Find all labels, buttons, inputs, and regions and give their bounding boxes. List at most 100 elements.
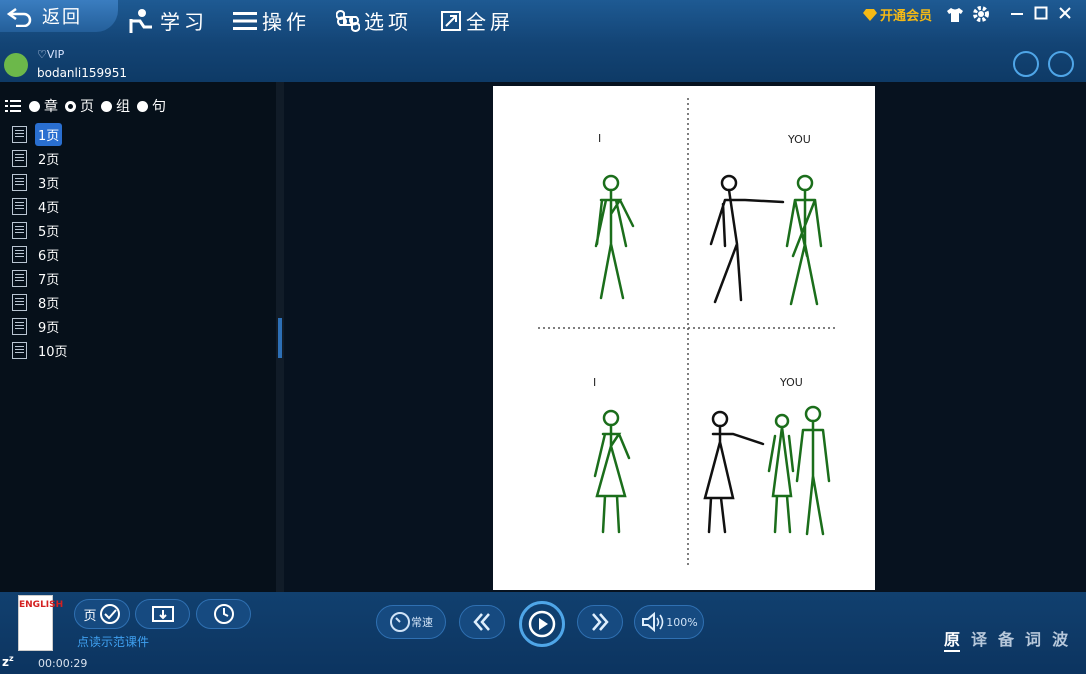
sleep-icon[interactable]: zz bbox=[2, 654, 14, 669]
list-view-icon[interactable] bbox=[5, 99, 21, 113]
page-list-label: 10页 bbox=[38, 344, 68, 360]
page-list-label: 8页 bbox=[38, 296, 60, 312]
mode-words[interactable]: 词 bbox=[1025, 626, 1041, 652]
page-illustration bbox=[538, 98, 838, 566]
vip-badge: ♡VIP bbox=[37, 48, 65, 61]
label-i-bottom: I bbox=[593, 376, 597, 389]
page-list-label: 1页 bbox=[35, 122, 63, 146]
document-icon bbox=[12, 149, 27, 167]
document-icon bbox=[12, 197, 27, 215]
course-title: 点读示范课件 bbox=[77, 635, 150, 649]
page-list-item[interactable]: 5页 bbox=[12, 218, 71, 242]
document-icon bbox=[12, 341, 27, 359]
label-you-bottom: YOU bbox=[780, 376, 803, 389]
label-i-top: I bbox=[598, 132, 602, 145]
document-icon bbox=[12, 125, 27, 143]
mode-chapter[interactable]: 章 bbox=[29, 96, 58, 116]
page-list-label: 4页 bbox=[38, 200, 60, 216]
book-thumbnail[interactable]: ENGLISH bbox=[18, 595, 63, 651]
page-list-item[interactable]: 1页 bbox=[12, 122, 71, 146]
page-list-item[interactable]: 4页 bbox=[12, 194, 71, 218]
check-circle-icon bbox=[99, 604, 120, 624]
left-panel: 章 页 组 句 1页2页3页4页5页6页7页8页9页10页 章节 页面 bbox=[0, 82, 276, 674]
resize-handle[interactable] bbox=[278, 318, 282, 358]
search-book-icon[interactable] bbox=[1048, 51, 1074, 77]
top-bar: 返回 学习 操作 选项 全屏 开通会员 bbox=[0, 0, 1086, 44]
gear-icon[interactable] bbox=[972, 5, 990, 27]
page-list-label: 7页 bbox=[38, 272, 60, 288]
open-vip-button[interactable]: 开通会员 bbox=[862, 5, 932, 24]
page-list-item[interactable]: 2页 bbox=[12, 146, 71, 170]
document-icon bbox=[12, 293, 27, 311]
mode-translation[interactable]: 译 bbox=[971, 626, 987, 652]
mode-sentence[interactable]: 句 bbox=[137, 96, 166, 116]
mode-sentence-label: 句 bbox=[152, 99, 166, 115]
mode-page[interactable]: 页 bbox=[65, 96, 94, 116]
menu-options-label: 选项 bbox=[364, 10, 412, 34]
previous-button[interactable] bbox=[459, 605, 505, 639]
page-list-label: 6页 bbox=[38, 248, 60, 264]
mode-group[interactable]: 组 bbox=[101, 96, 130, 116]
volume-button[interactable]: 100% bbox=[634, 605, 704, 639]
username: bodanli159951 bbox=[37, 66, 128, 80]
radio bbox=[29, 100, 40, 112]
mode-wave[interactable]: 波 bbox=[1052, 626, 1068, 652]
document-icon bbox=[12, 317, 27, 335]
avatar[interactable] bbox=[4, 53, 28, 77]
list-icon bbox=[233, 11, 257, 30]
speed-button[interactable]: 常速 bbox=[376, 605, 446, 639]
play-icon bbox=[528, 610, 556, 638]
command-icon bbox=[336, 9, 360, 32]
next-button[interactable] bbox=[577, 605, 623, 639]
open-vip-label: 开通会员 bbox=[880, 9, 933, 24]
mode-notes[interactable]: 备 bbox=[998, 626, 1014, 652]
mode-group-label: 组 bbox=[116, 99, 130, 115]
repeat-button[interactable] bbox=[135, 599, 190, 629]
mode-original[interactable]: 原 bbox=[944, 626, 961, 652]
minimize-icon[interactable] bbox=[1010, 5, 1024, 24]
play-button[interactable] bbox=[519, 601, 565, 647]
menu-study[interactable]: 学习 bbox=[128, 6, 208, 35]
diamond-icon bbox=[863, 8, 877, 21]
vip-badge-label: VIP bbox=[46, 48, 65, 61]
mode-page-label: 页 bbox=[80, 99, 94, 115]
page-list-item[interactable]: 3页 bbox=[12, 170, 71, 194]
page-list-item[interactable]: 7页 bbox=[12, 266, 71, 290]
sleep-label: z bbox=[2, 655, 9, 669]
page-list-item[interactable]: 10页 bbox=[12, 338, 71, 362]
page-list-label: 9页 bbox=[38, 320, 60, 336]
page-list: 1页 2页 3页 4页 5页 6页 7页 8页 9页 10页 bbox=[12, 122, 71, 362]
page-list-item[interactable]: 9页 bbox=[12, 314, 71, 338]
speed-label: 常速 bbox=[411, 616, 433, 629]
fullscreen-icon bbox=[441, 10, 461, 31]
double-chevron-left-icon bbox=[473, 613, 490, 631]
tshirt-icon[interactable] bbox=[946, 7, 964, 27]
menu-operate-label: 操作 bbox=[262, 10, 310, 34]
mode-selector: 章 页 组 句 bbox=[5, 96, 173, 116]
page-list-item[interactable]: 8页 bbox=[12, 290, 71, 314]
menu-study-label: 学习 bbox=[160, 10, 208, 34]
document-icon bbox=[12, 173, 27, 191]
study-icon bbox=[129, 8, 152, 33]
page-list-item[interactable]: 6页 bbox=[12, 242, 71, 266]
page-check-button[interactable]: 页 bbox=[74, 599, 130, 629]
refresh-icon[interactable] bbox=[1013, 51, 1039, 77]
speaker-icon bbox=[642, 611, 664, 633]
document-icon bbox=[12, 245, 27, 263]
timer-button[interactable] bbox=[196, 599, 251, 629]
radio bbox=[65, 100, 76, 112]
display-mode-selector: 原 译 备 词 波 bbox=[944, 626, 1079, 652]
menu-operate[interactable]: 操作 bbox=[232, 6, 310, 35]
menu-options[interactable]: 选项 bbox=[336, 6, 412, 35]
back-button[interactable]: 返回 bbox=[0, 0, 118, 32]
book-page[interactable]: I YOU I YOU bbox=[493, 86, 875, 590]
bottom-bar: ENGLISH 页 点读示范课件 zz 00:00:29 常速 100% 原 译… bbox=[0, 592, 1086, 674]
page-list-label: 2页 bbox=[38, 152, 60, 168]
speedometer-icon bbox=[390, 612, 410, 632]
menu-fullscreen-label: 全屏 bbox=[466, 10, 514, 34]
close-icon[interactable] bbox=[1058, 5, 1072, 24]
radio bbox=[101, 100, 112, 112]
maximize-icon[interactable] bbox=[1034, 5, 1048, 24]
menu-fullscreen[interactable]: 全屏 bbox=[440, 6, 514, 35]
repeat-icon bbox=[151, 606, 174, 622]
